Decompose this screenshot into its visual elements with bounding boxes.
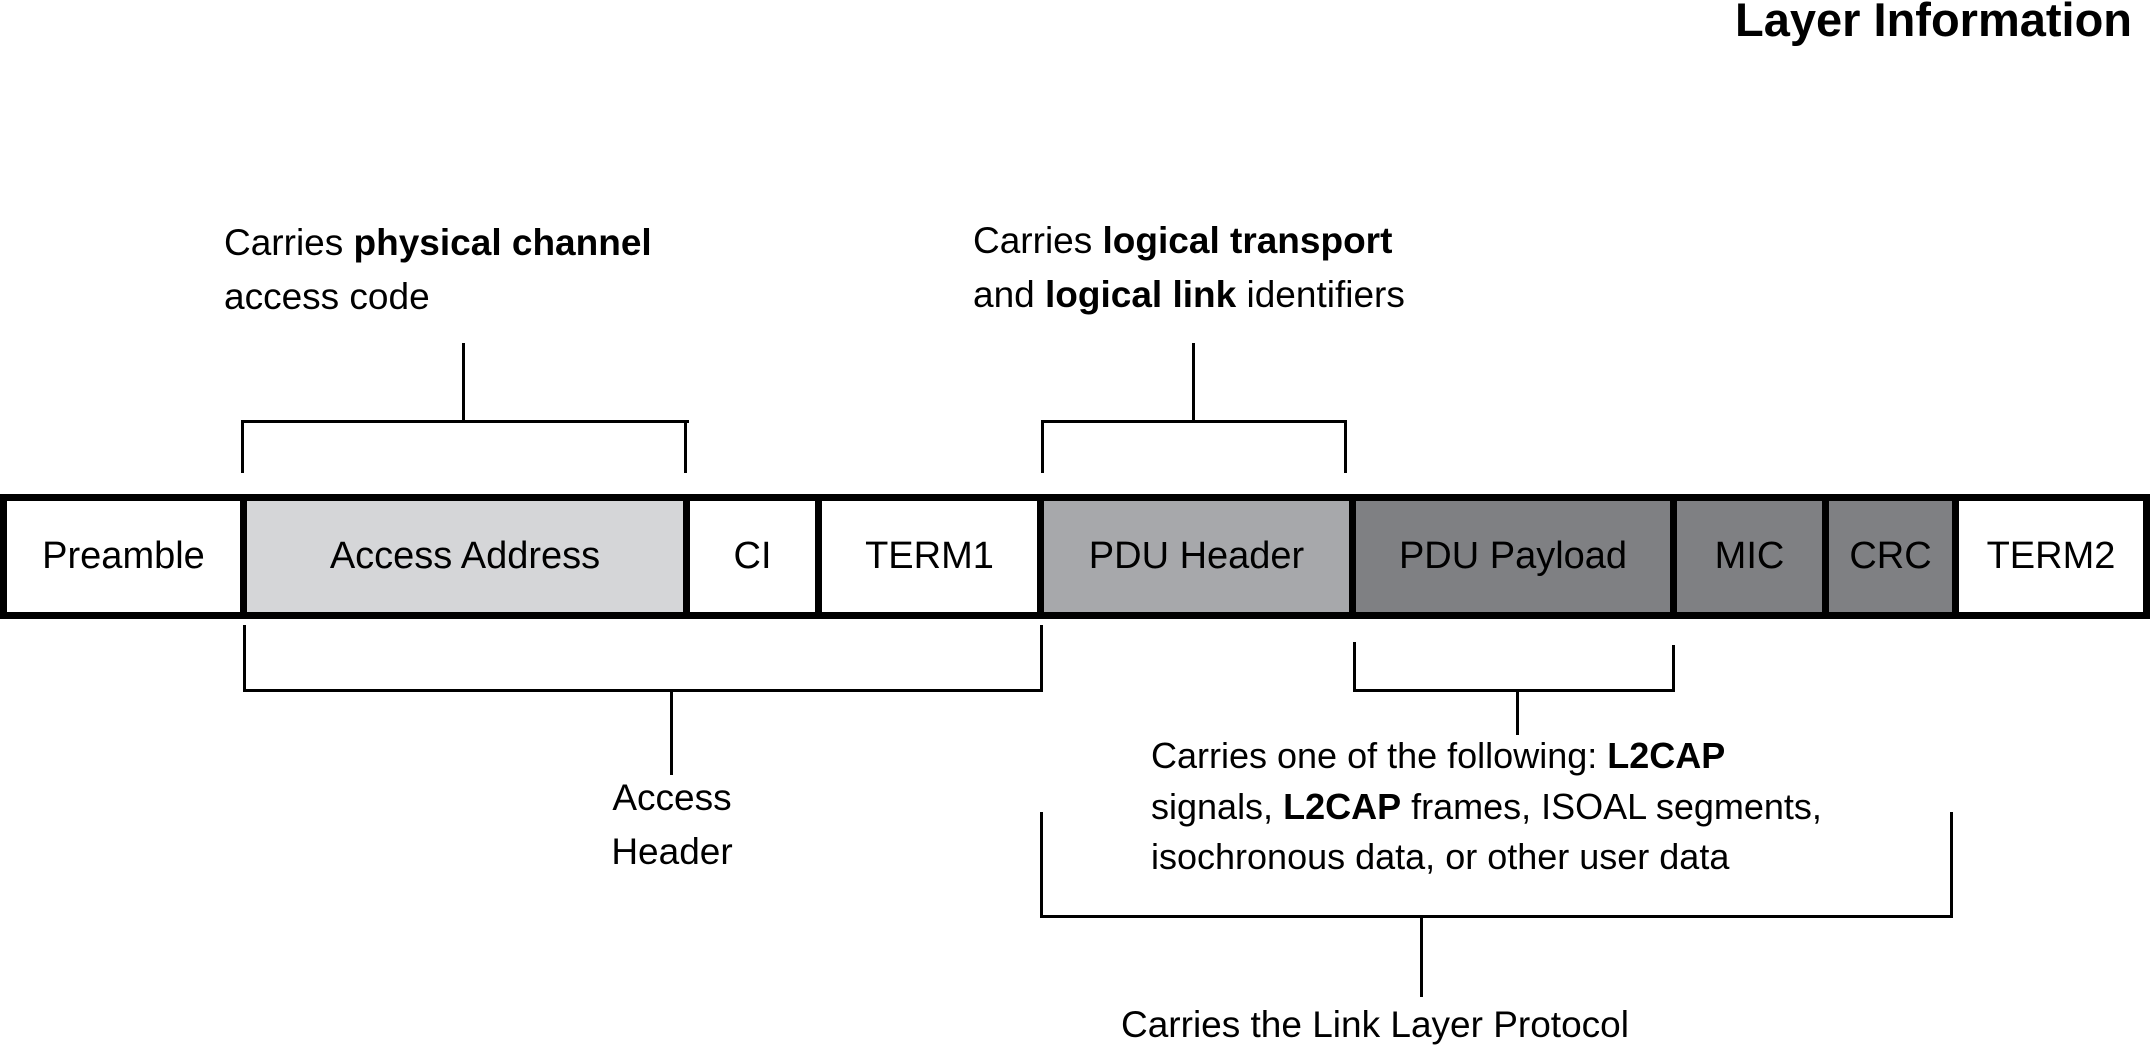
field-label: Access Address	[329, 535, 601, 577]
access-header-bracket-stem	[670, 689, 673, 775]
field-term2: TERM2	[1959, 501, 2143, 612]
field-divider	[683, 501, 690, 612]
pdu-payload-annotation-line2: signals, L2CAP frames, ISOAL segments,	[1151, 782, 1822, 833]
access-address-bracket-top	[241, 420, 689, 423]
access-address-bracket-right-leg	[684, 420, 687, 473]
pdu-header-bracket-top	[1041, 420, 1347, 423]
field-label: PDU Payload	[1398, 535, 1628, 577]
pdu-payload-bracket-stem	[1516, 689, 1519, 735]
link-layer-annotation-text: Carries the Link Layer Protocol	[1121, 1004, 1629, 1045]
annotation-text: Carries one of the following:	[1151, 735, 1608, 776]
field-label: TERM2	[1986, 535, 2116, 577]
field-label: MIC	[1714, 535, 1785, 577]
field-label: CRC	[1849, 535, 1932, 577]
field-divider	[1952, 501, 1959, 612]
field-divider	[1349, 501, 1356, 612]
access-address-bracket-left-leg	[241, 420, 244, 473]
pdu-payload-annotation-line1: Carries one of the following: L2CAP	[1151, 731, 1822, 782]
annotation-text: signals,	[1151, 785, 1284, 827]
field-divider	[240, 501, 247, 612]
pdu-payload-bracket-bottom	[1353, 689, 1675, 692]
field-label: TERM1	[865, 535, 994, 577]
field-crc: CRC	[1829, 501, 1952, 612]
annotation-text: Carries	[224, 222, 354, 263]
pdu-header-annotation-line1: Carries logical transport	[973, 214, 1405, 268]
field-divider	[1037, 501, 1044, 612]
pdu-payload-annotation: Carries one of the following: L2CAP sign…	[1151, 731, 1822, 883]
annotation-bold-text: L2CAP	[1607, 735, 1726, 776]
annotation-text: identifiers	[1236, 274, 1405, 315]
pdu-header-bracket-stem	[1192, 343, 1195, 423]
pdu-header-bracket-left-leg	[1041, 420, 1044, 473]
access-address-annotation-line2: access code	[224, 276, 430, 317]
link-layer-bracket-right-leg	[1950, 812, 1953, 918]
field-access-address: Access Address	[247, 501, 683, 612]
field-label: PDU Header	[1088, 535, 1305, 577]
field-pdu-header: PDU Header	[1044, 501, 1349, 612]
pdu-header-annotation-line2: and logical link identifiers	[973, 268, 1405, 322]
field-pdu-payload: PDU Payload	[1356, 501, 1670, 612]
field-ci: CI	[690, 501, 815, 612]
pdu-payload-bracket-left-leg	[1353, 642, 1356, 692]
link-layer-annotation: Carries the Link Layer Protocol	[1121, 998, 1629, 1052]
annotation-text: Carries	[973, 220, 1103, 261]
field-label: CI	[733, 535, 772, 577]
diagram-title: Layer Information	[1735, 0, 2132, 46]
annotation-bold-text: logical transport	[1102, 220, 1393, 261]
pdu-payload-annotation-line3: isochronous data, or other user data	[1151, 836, 1730, 877]
field-divider	[1822, 501, 1829, 612]
access-address-annotation: Carries physical channel access code	[224, 216, 652, 324]
access-header-bracket-right-leg	[1040, 625, 1043, 692]
field-divider	[1670, 501, 1677, 612]
field-term1: TERM1	[822, 501, 1037, 612]
pdu-payload-bracket-right-leg	[1672, 645, 1675, 692]
annotation-text: frames, ISOAL segments,	[1401, 785, 1822, 827]
annotation-bold-text: physical channel	[353, 222, 652, 263]
link-layer-bracket-stem	[1420, 915, 1423, 997]
link-layer-bracket-bottom	[1040, 915, 1953, 918]
access-header-annotation-line2: Header	[611, 831, 733, 872]
field-label: Preamble	[42, 535, 205, 577]
access-header-annotation: Access Header	[560, 771, 784, 879]
packet-format-bar: Preamble Access Address CI TERM1 PDU Hea…	[0, 494, 2150, 619]
annotation-bold-text: logical link	[1045, 274, 1237, 315]
access-header-bracket-left-leg	[243, 625, 246, 692]
access-address-bracket-stem	[462, 343, 465, 423]
annotation-text: and	[973, 274, 1046, 315]
link-layer-bracket-left-leg	[1040, 812, 1043, 918]
access-address-annotation-line1: Carries physical channel	[224, 216, 652, 270]
field-divider	[815, 501, 822, 612]
access-header-bracket-bottom	[243, 689, 1043, 692]
annotation-bold-text: L2CAP	[1283, 785, 1402, 827]
field-preamble: Preamble	[7, 501, 240, 612]
pdu-header-annotation: Carries logical transport and logical li…	[973, 214, 1405, 322]
access-header-annotation-line1: Access	[612, 777, 732, 818]
field-mic: MIC	[1677, 501, 1822, 612]
pdu-header-bracket-right-leg	[1344, 420, 1347, 473]
